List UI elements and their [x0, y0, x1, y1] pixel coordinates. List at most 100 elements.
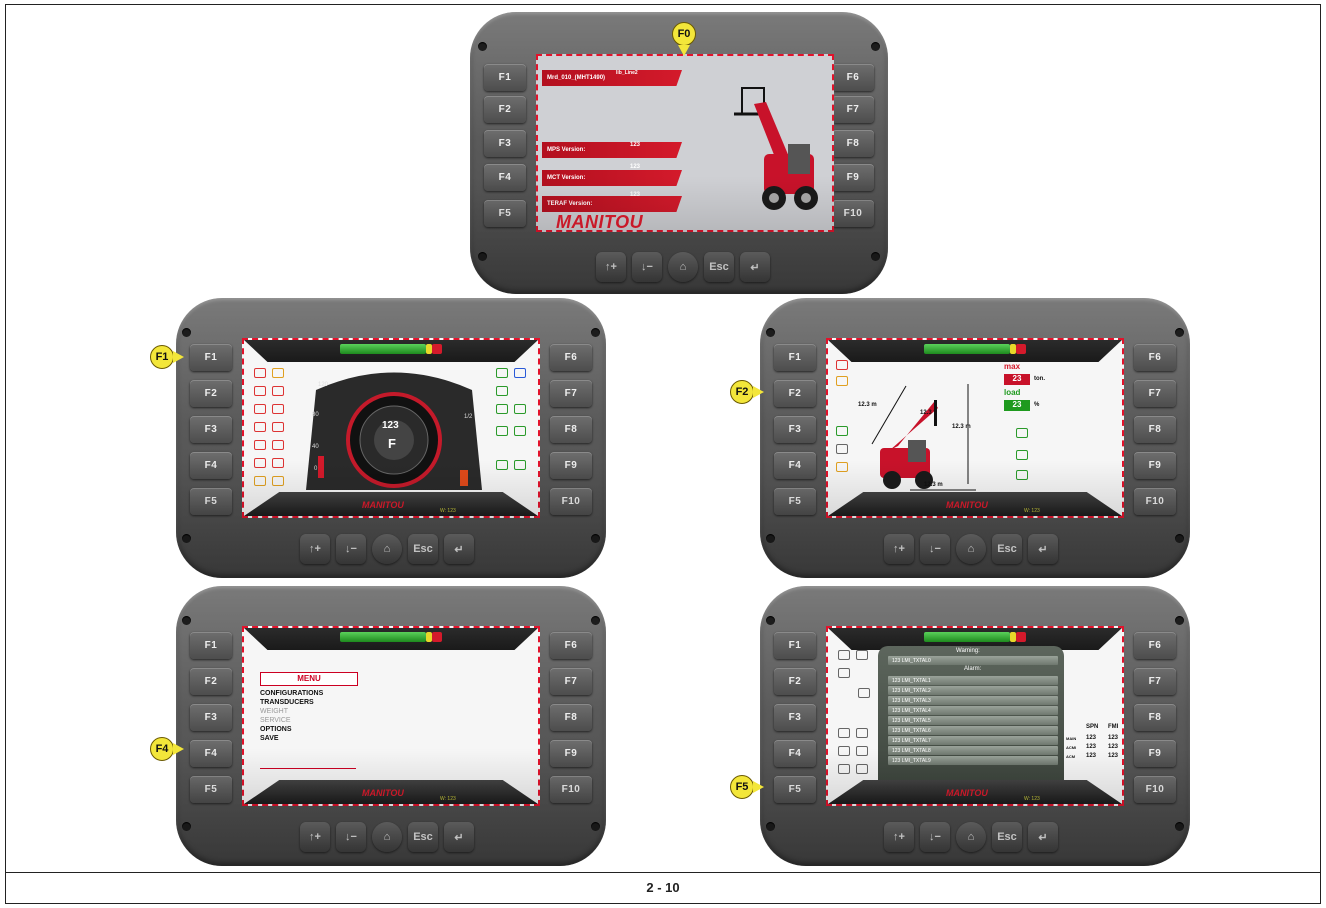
alarm-row[interactable]: 123 LMI_TXTAL4 [888, 706, 1058, 715]
f8-key[interactable]: F8 [1134, 416, 1176, 443]
f3-key[interactable]: F3 [774, 416, 816, 443]
up-plus-button[interactable]: ↑+ [884, 822, 914, 852]
f6-key[interactable]: F6 [832, 64, 874, 91]
down-minus-button[interactable]: ↓− [336, 822, 366, 852]
esc-button[interactable]: Esc [408, 534, 438, 564]
menu-item-save[interactable]: SAVE [260, 735, 279, 742]
f10-key[interactable]: F10 [1134, 488, 1176, 515]
enter-button[interactable]: ↵ [740, 252, 770, 282]
menu-item-options[interactable]: OPTIONS [260, 726, 292, 733]
enter-button[interactable]: ↵ [444, 822, 474, 852]
f1-key[interactable]: F1 [484, 64, 526, 91]
up-plus-button[interactable]: ↑+ [300, 822, 330, 852]
home-button[interactable]: ⌂ [956, 534, 986, 564]
enter-button[interactable]: ↵ [1028, 534, 1058, 564]
f4-key[interactable]: F4 [190, 740, 232, 767]
alarm-row[interactable]: 123 LMI_TXTAL6 [888, 726, 1058, 735]
f10-key[interactable]: F10 [550, 776, 592, 803]
f7-key[interactable]: F7 [550, 380, 592, 407]
alarm-row[interactable]: 123 LMI_TXTAL0 [888, 656, 1058, 665]
f9-key[interactable]: F9 [1134, 452, 1176, 479]
f4-key[interactable]: F4 [190, 452, 232, 479]
f2-key[interactable]: F2 [774, 380, 816, 407]
f1-key[interactable]: F1 [774, 344, 816, 371]
up-plus-button[interactable]: ↑+ [596, 252, 626, 282]
f3-key[interactable]: F3 [190, 416, 232, 443]
f3-key[interactable]: F3 [190, 704, 232, 731]
f9-key[interactable]: F9 [550, 740, 592, 767]
esc-button[interactable]: Esc [408, 822, 438, 852]
mount-screw [871, 252, 880, 261]
f9-key[interactable]: F9 [550, 452, 592, 479]
f10-key[interactable]: F10 [832, 200, 874, 227]
f5-key[interactable]: F5 [190, 488, 232, 515]
f1-key[interactable]: F1 [190, 632, 232, 659]
f1-key[interactable]: F1 [190, 344, 232, 371]
esc-button[interactable]: Esc [992, 534, 1022, 564]
f8-key[interactable]: F8 [832, 130, 874, 157]
f7-key[interactable]: F7 [1134, 668, 1176, 695]
enter-button[interactable]: ↵ [444, 534, 474, 564]
esc-button[interactable]: Esc [704, 252, 734, 282]
f4-key[interactable]: F4 [774, 452, 816, 479]
teraf-bar: TERAF Version: [542, 196, 682, 212]
menu-item-service[interactable]: SERVICE [260, 717, 291, 724]
f7-key[interactable]: F7 [832, 96, 874, 123]
alarm-row[interactable]: 123 LMI_TXTAL5 [888, 716, 1058, 725]
monitor-icon [838, 650, 850, 660]
f7-key[interactable]: F7 [550, 668, 592, 695]
sensor-icon [836, 444, 848, 454]
f5-key[interactable]: F5 [484, 200, 526, 227]
seat-icon [272, 440, 284, 450]
brand-logo: MANITOU [362, 500, 404, 510]
alarm-row[interactable]: 123 LMI_TXTAL1 [888, 676, 1058, 685]
f10-key[interactable]: F10 [550, 488, 592, 515]
f8-key[interactable]: F8 [550, 416, 592, 443]
alarm-row[interactable]: 123 LMI_TXTAL9 [888, 756, 1058, 765]
enter-button[interactable]: ↵ [1028, 822, 1058, 852]
f6-key[interactable]: F6 [1134, 344, 1176, 371]
f8-key[interactable]: F8 [1134, 704, 1176, 731]
alarm-row[interactable]: 123 LMI_TXTAL3 [888, 696, 1058, 705]
f4-key[interactable]: F4 [774, 740, 816, 767]
f6-key[interactable]: F6 [550, 632, 592, 659]
f6-key[interactable]: F6 [550, 344, 592, 371]
up-plus-button[interactable]: ↑+ [300, 534, 330, 564]
f1-key[interactable]: F1 [774, 632, 816, 659]
f9-key[interactable]: F9 [832, 164, 874, 191]
menu-item-configurations[interactable]: CONFIGURATIONS [260, 690, 323, 697]
nav-buttons: ↑+ ↓− ⌂ Esc ↵ [300, 822, 474, 852]
f4-key[interactable]: F4 [484, 164, 526, 191]
alarm-row[interactable]: 123 LMI_TXTAL7 [888, 736, 1058, 745]
f8-key[interactable]: F8 [550, 704, 592, 731]
f2-key[interactable]: F2 [190, 380, 232, 407]
display-unit-f5: F1 F2 F3 F4 F5 F6 F7 F8 F9 F10 ↑+ ↓− ⌂ E… [760, 586, 1190, 866]
f5-key[interactable]: F5 [774, 776, 816, 803]
alarm-row[interactable]: 123 LMI_TXTAL8 [888, 746, 1058, 755]
menu-item-transducers[interactable]: TRANSDUCERS [260, 699, 314, 706]
f2-key[interactable]: F2 [190, 668, 232, 695]
f2-key[interactable]: F2 [484, 96, 526, 123]
f3-key[interactable]: F3 [774, 704, 816, 731]
home-button[interactable]: ⌂ [668, 252, 698, 282]
home-button[interactable]: ⌂ [372, 534, 402, 564]
down-minus-button[interactable]: ↓− [632, 252, 662, 282]
alarm-row[interactable]: 123 LMI_TXTAL2 [888, 686, 1058, 695]
f7-key[interactable]: F7 [1134, 380, 1176, 407]
f5-key[interactable]: F5 [774, 488, 816, 515]
f5-key[interactable]: F5 [190, 776, 232, 803]
home-button[interactable]: ⌂ [956, 822, 986, 852]
f9-key[interactable]: F9 [1134, 740, 1176, 767]
f6-key[interactable]: F6 [1134, 632, 1176, 659]
f3-key[interactable]: F3 [484, 130, 526, 157]
esc-button[interactable]: Esc [992, 822, 1022, 852]
down-minus-button[interactable]: ↓− [920, 534, 950, 564]
down-minus-button[interactable]: ↓− [336, 534, 366, 564]
boom-angle-icon [1016, 428, 1028, 438]
f2-key[interactable]: F2 [774, 668, 816, 695]
down-minus-button[interactable]: ↓− [920, 822, 950, 852]
home-button[interactable]: ⌂ [372, 822, 402, 852]
up-plus-button[interactable]: ↑+ [884, 534, 914, 564]
menu-item-weight[interactable]: WEIGHT [260, 708, 288, 715]
f10-key[interactable]: F10 [1134, 776, 1176, 803]
